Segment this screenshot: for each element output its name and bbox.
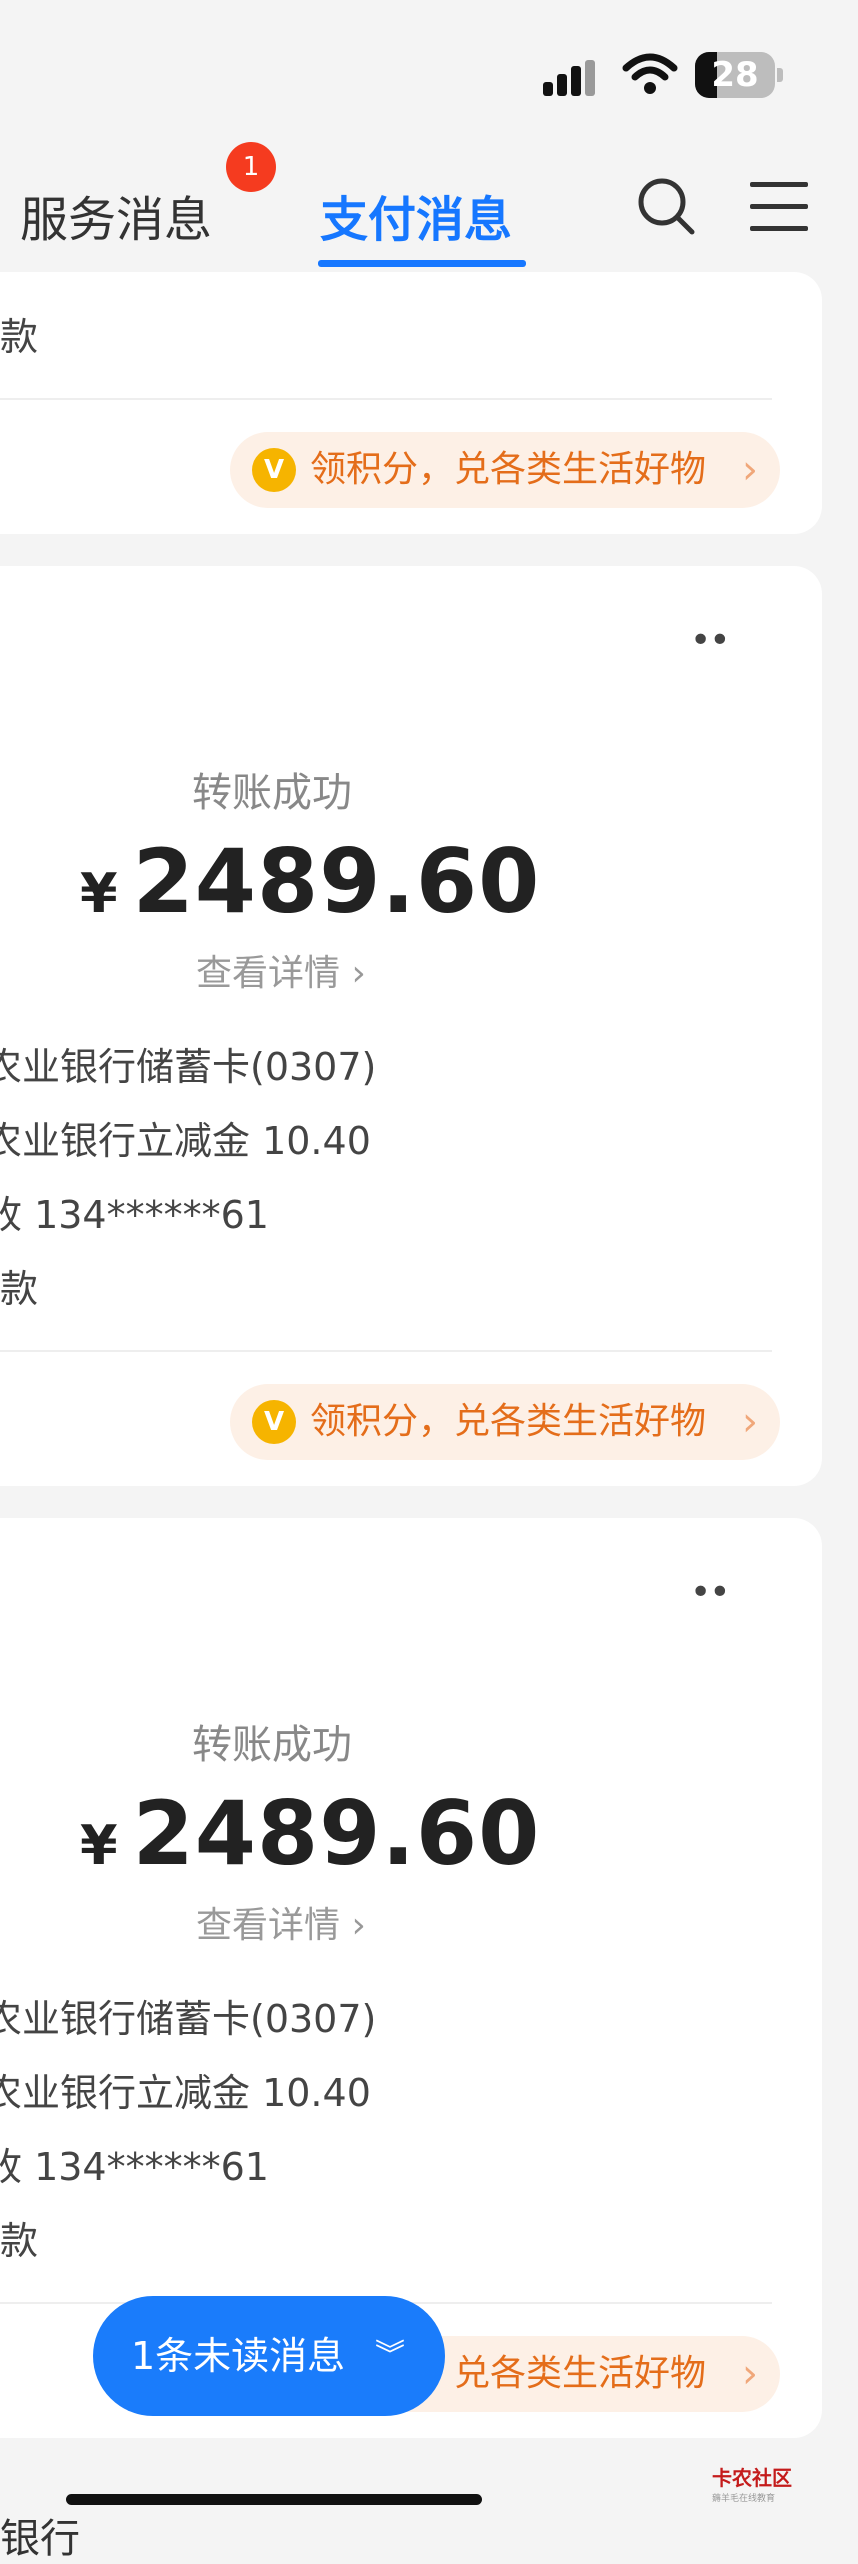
card-row: 农业银行立减金 10.40 [0,2071,371,2115]
battery-icon: 28 [695,52,775,98]
search-icon[interactable] [636,176,696,236]
more-options-icon[interactable]: •• [690,620,730,661]
amount-value: 2489.60 [132,1782,541,1885]
card-row: 款 [0,2219,39,2263]
points-label: 领积分，兑各类生活好物 [310,449,707,490]
chevron-right-icon: › [742,1399,758,1445]
card-row: 农业银行立减金 10.40 [0,1119,371,1163]
divider [0,1350,772,1352]
transfer-status: 转账成功 [192,1722,352,1768]
double-chevron-down-icon: ︾ [375,2338,405,2373]
next-card-partial-text: 银行 [0,2516,80,2562]
view-details-link[interactable]: 查看详情 › [196,1896,366,1948]
view-details-link[interactable]: 查看详情 › [196,944,366,996]
battery-nub [777,68,783,82]
amount-value: 2489.60 [132,830,541,933]
divider [0,398,772,400]
card-row: 农业银行储蓄卡(0307) [0,1045,377,1089]
tab-bar: 服务消息 支付消息 [0,150,858,272]
unread-messages-label: 1条未读消息 [131,2334,346,2378]
card-row: 收 134******61 [0,1193,269,1237]
unread-messages-button[interactable]: 1条未读消息 ︾ [93,2296,445,2416]
currency-symbol: ¥ [80,1814,119,1877]
card-row: 款 [0,1267,39,1311]
card-row: 收 134******61 [0,2145,269,2189]
unread-badge: 1 [226,142,276,192]
currency-symbol: ¥ [80,862,119,925]
card-row: 款 [0,315,39,359]
points-label: 领积分，兑各类生活好物 [310,1401,707,1442]
points-button[interactable]: V 领积分，兑各类生活好物 › [230,432,780,508]
message-card-partial: 款 V 领积分，兑各类生活好物 › [0,272,822,534]
watermark-logo: 卡农社区 薅羊毛在线教育 [712,2466,792,2504]
payment-card: •• 转账成功 ¥2489.60 查看详情 › 农业银行储蓄卡(0307) 农业… [0,1518,822,2438]
wifi-icon [622,53,678,94]
card-row: 农业银行储蓄卡(0307) [0,1997,377,2041]
amount: ¥2489.60 [80,830,540,933]
coin-icon: V [252,1400,296,1444]
menu-icon[interactable] [750,182,808,232]
home-indicator[interactable] [66,2494,482,2505]
more-options-icon[interactable]: •• [690,1572,730,1613]
chevron-right-icon: › [742,2351,758,2397]
active-tab-indicator [318,260,526,267]
coin-icon: V [252,448,296,492]
tab-payment-messages[interactable]: 支付消息 [320,180,512,250]
amount: ¥2489.60 [80,1782,540,1885]
chevron-right-icon: › [742,447,758,493]
signal-icon [543,60,599,96]
tab-service-messages[interactable]: 服务消息 [20,180,212,250]
points-button[interactable]: V 领积分，兑各类生活好物 › [230,1384,780,1460]
transfer-status: 转账成功 [192,770,352,816]
payment-card: •• 转账成功 ¥2489.60 查看详情 › 农业银行储蓄卡(0307) 农业… [0,566,822,1486]
